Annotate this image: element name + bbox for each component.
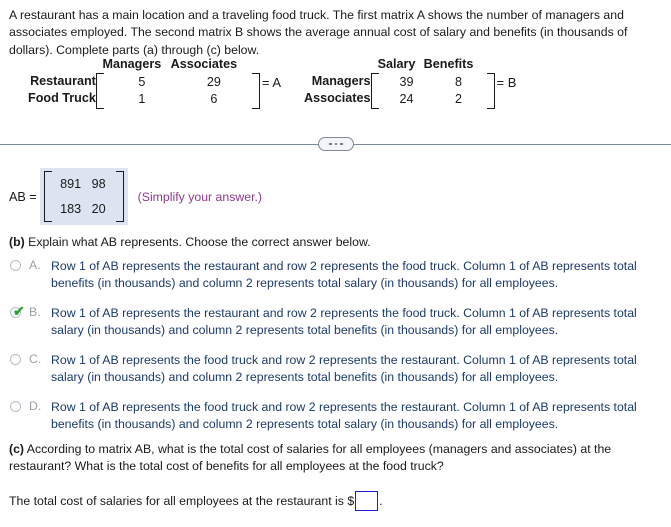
problem-statement: A restaurant has a main location and a t…: [9, 8, 628, 57]
matrix-b-right-bracket: [486, 73, 495, 110]
matrices-row: Restaurant Food Truck Managers Associate…: [0, 56, 671, 118]
part-b-options: A. Row 1 of AB represents the restaurant…: [9, 258, 663, 446]
radio-icon[interactable]: [10, 400, 21, 412]
matrix-a-cell-0-1: 29: [206, 75, 221, 89]
matrix-b-col-header-0: Salary: [377, 57, 416, 71]
dot-1: [329, 142, 332, 146]
matrix-a-cell-1-0: 1: [138, 92, 146, 107]
ab-matrix-cells: 891 98 183 20: [52, 171, 116, 222]
matrix-b-row-0: 39 8: [381, 74, 485, 91]
check-icon: ✔: [13, 302, 25, 319]
part-c-marker: (c): [9, 442, 25, 456]
option-b[interactable]: ✔ B. Row 1 of AB represents the restaura…: [9, 302, 663, 340]
matrix-a: Restaurant Food Truck Managers Associate…: [28, 56, 282, 110]
matrix-b-cells: 39 8 24 2: [379, 73, 487, 109]
dot-3: [340, 142, 343, 146]
matrix-b-cell-0-1: 8: [455, 75, 463, 89]
option-b-radio-wrap[interactable]: ✔: [9, 302, 25, 321]
ab-cell-0-1: 98: [91, 177, 106, 191]
salary-total-input[interactable]: [355, 491, 379, 511]
part-c-answer-suffix: .: [379, 494, 383, 508]
radio-icon[interactable]: [10, 260, 21, 271]
radio-icon[interactable]: [10, 353, 21, 365]
matrix-b-row-label-0: Managers: [311, 74, 371, 88]
option-a-radio-wrap[interactable]: [9, 259, 24, 274]
matrix-b-row-label-1: Associates: [304, 91, 371, 106]
matrix-b-col-headers: Salary Benefits: [371, 56, 495, 73]
option-a[interactable]: A. Row 1 of AB represents the restaurant…: [9, 258, 663, 293]
option-b-letter: B.: [29, 304, 41, 319]
matrix-a-name: = A: [261, 75, 282, 90]
option-a-text: Row 1 of AB represents the restaurant an…: [51, 259, 637, 291]
option-c[interactable]: C. Row 1 of AB represents the food truck…: [9, 352, 663, 387]
option-c-letter: C.: [29, 351, 42, 366]
matrix-b-cell-0-0: 39: [399, 75, 414, 89]
matrix-b-name: = B: [496, 75, 517, 90]
option-d-text: Row 1 of AB represents the food truck an…: [51, 399, 637, 432]
option-d-letter: D.: [29, 398, 42, 413]
matrix-b-row-labels: Managers Associates: [304, 56, 371, 107]
part-b-question: Explain what AB represents. Choose the c…: [24, 235, 371, 249]
matrix-a-row-labels: Restaurant Food Truck: [28, 56, 96, 107]
part-c-answer-prefix: The total cost of salaries for all emplo…: [9, 494, 355, 508]
option-c-radio-wrap[interactable]: [9, 353, 24, 368]
part-b-marker: (b): [9, 235, 25, 249]
ab-cell-1-0: 183: [60, 201, 82, 216]
ab-right-bracket: [115, 171, 124, 223]
ab-left-bracket: [43, 171, 52, 223]
part-c-answer-line: The total cost of salaries for all emplo…: [9, 491, 383, 511]
more-options-dots-icon[interactable]: [318, 137, 354, 151]
ab-matrix-highlight: 891 98 183 20: [39, 168, 128, 226]
matrix-a-col-headers: Managers Associates: [96, 56, 260, 73]
matrix-a-row-label-0: Restaurant: [30, 74, 96, 88]
matrix-b: Managers Associates Salary Benefits 39 8: [304, 56, 517, 110]
option-a-letter: A.: [29, 258, 41, 272]
matrix-b-cell-1-0: 24: [399, 92, 414, 107]
matrix-a-cells: 5 29 1 6: [104, 73, 252, 109]
part-c-prompt: (c) According to matrix AB, what is the …: [9, 441, 663, 476]
matrix-a-cell-0-0: 5: [138, 75, 146, 89]
ab-row-1: 183 20: [56, 197, 112, 222]
ab-row-0: 891 98: [56, 172, 112, 197]
matrix-a-row-label-1: Food Truck: [28, 91, 96, 106]
option-d-radio-wrap[interactable]: [9, 400, 24, 415]
matrix-a-col-header-1: Associates: [170, 57, 238, 71]
matrix-a-cell-1-1: 6: [210, 92, 218, 107]
matrix-a-row-1: 1 6: [106, 91, 250, 108]
part-c-question: According to matrix AB, what is the tota…: [9, 442, 612, 474]
option-b-text: Row 1 of AB represents the restaurant an…: [51, 305, 637, 338]
simplify-hint: (Simplify your answer.): [137, 190, 263, 204]
option-c-text: Row 1 of AB represents the food truck an…: [51, 352, 637, 385]
matrix-a-col-header-0: Managers: [102, 57, 162, 71]
ab-cell-1-1: 20: [91, 201, 106, 216]
matrix-a-row-0: 5 29: [106, 74, 250, 91]
problem-page: A restaurant has a main location and a t…: [0, 0, 671, 527]
ab-answer-area: AB = 891 98 183 20 (Simplify your answer…: [9, 168, 262, 230]
matrix-a-left-bracket: [95, 73, 104, 110]
section-divider: [0, 137, 671, 151]
matrix-b-left-bracket: [370, 73, 379, 110]
option-d[interactable]: D. Row 1 of AB represents the food truck…: [9, 399, 663, 434]
matrix-b-cell-1-1: 2: [455, 92, 463, 107]
matrix-b-col-header-1: Benefits: [423, 57, 474, 71]
dot-2: [334, 142, 338, 146]
ab-label: AB =: [9, 190, 37, 204]
part-b-prompt: (b) Explain what AB represents. Choose t…: [9, 235, 663, 249]
matrix-b-row-1: 24 2: [381, 91, 485, 108]
matrix-a-right-bracket: [251, 73, 260, 110]
ab-cell-0-0: 891: [60, 177, 82, 191]
